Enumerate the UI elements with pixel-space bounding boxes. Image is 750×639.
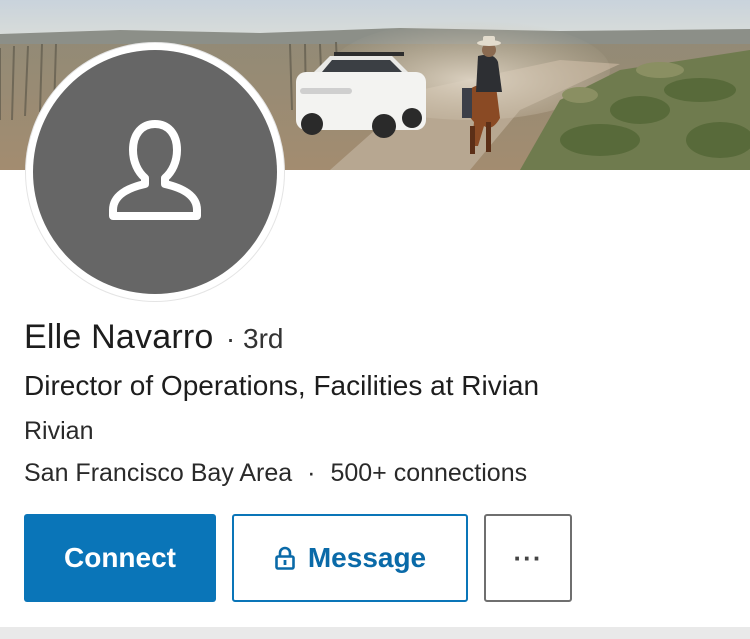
- section-divider: [0, 627, 750, 639]
- connect-button[interactable]: Connect: [24, 514, 216, 602]
- avatar-placeholder: [33, 50, 277, 294]
- connect-button-label: Connect: [64, 542, 176, 573]
- separator-dot: ·: [307, 459, 316, 487]
- profile-headline: Director of Operations, Facilities at Ri…: [24, 370, 540, 401]
- more-dots-icon: ···: [513, 542, 543, 573]
- profile-location: San Francisco Bay Area: [24, 459, 293, 487]
- profile-avatar[interactable]: [26, 43, 284, 301]
- person-silhouette-icon: [105, 118, 205, 227]
- location-row: San Francisco Bay Area · 500+ connection…: [24, 456, 527, 490]
- name-row: Elle Navarro · 3rd: [24, 316, 284, 365]
- profile-company[interactable]: Rivian: [24, 414, 93, 448]
- connections-count[interactable]: 500+ connections: [330, 459, 527, 487]
- lock-icon: [274, 546, 296, 570]
- profile-name: Elle Navarro: [24, 318, 214, 356]
- connection-degree: · 3rd: [225, 323, 284, 354]
- more-options-button[interactable]: ···: [484, 514, 572, 602]
- profile-card: Elle Navarro · 3rd Director of Operation…: [0, 0, 750, 639]
- message-button[interactable]: Message: [232, 514, 468, 602]
- message-button-label: Message: [307, 542, 427, 573]
